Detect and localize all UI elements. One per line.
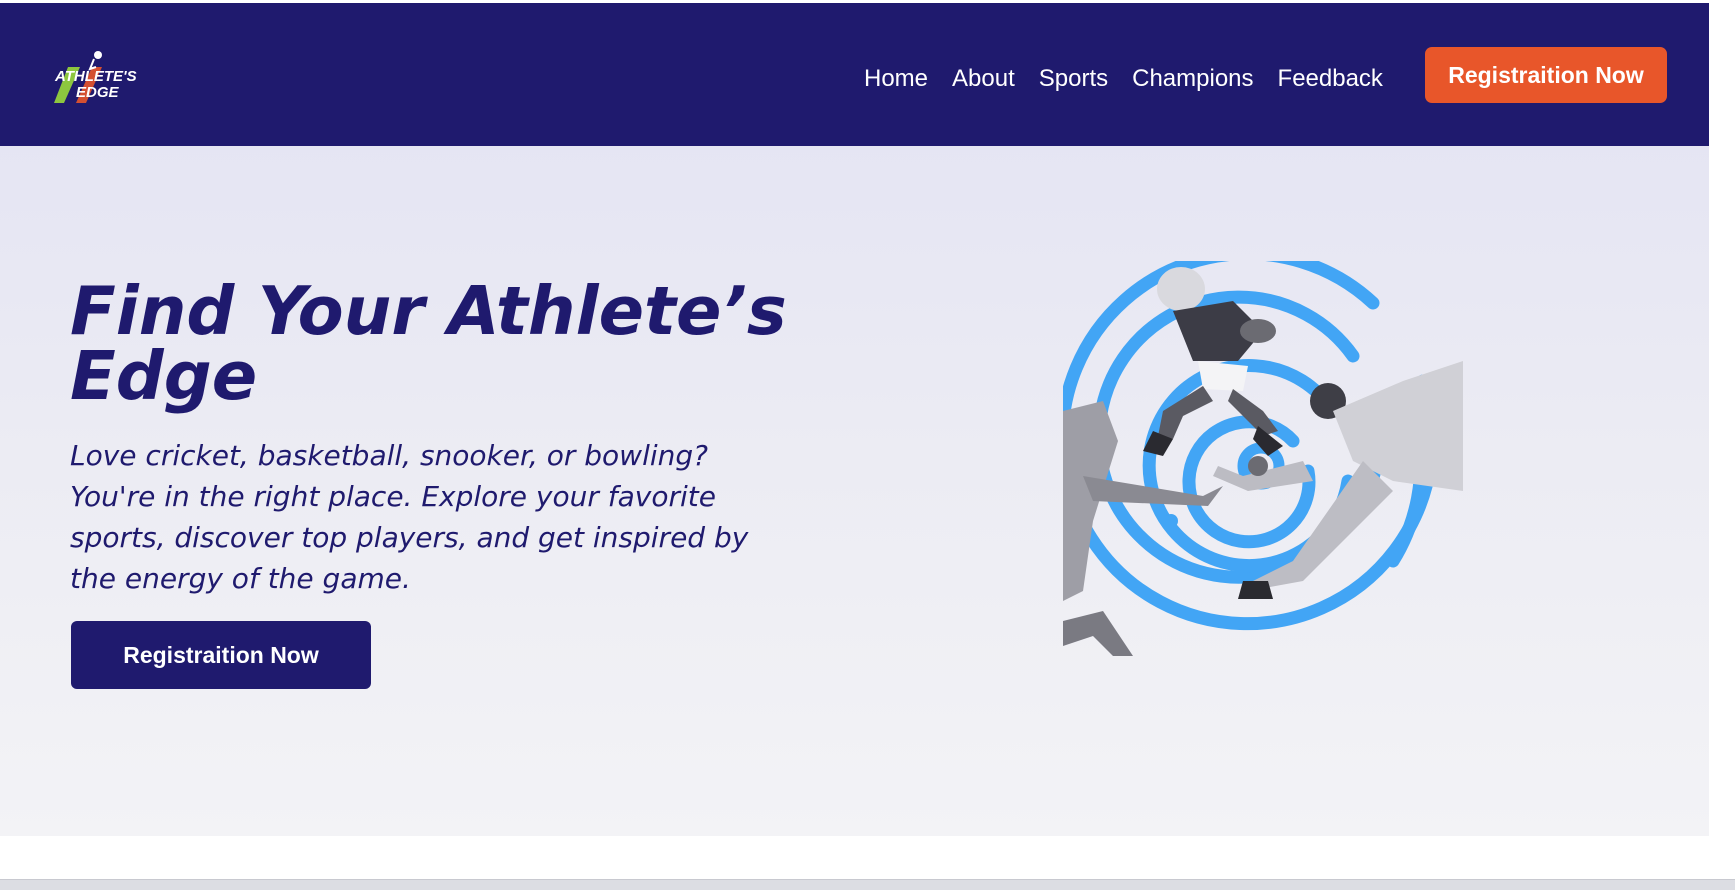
page: ATHLETE'S EDGE Home About Sports Champio… (0, 3, 1709, 836)
top-navbar: ATHLETE'S EDGE Home About Sports Champio… (0, 3, 1709, 146)
hero-registration-button[interactable]: Registraition Now (71, 621, 371, 689)
header-registration-button[interactable]: Registraition Now (1425, 47, 1667, 103)
nav-feedback-link[interactable]: Feedback (1278, 65, 1383, 93)
athletes-hero-illustration (1063, 261, 1463, 656)
svg-text:ATHLETE'S: ATHLETE'S (54, 68, 137, 85)
main-nav: Home About Sports Champions Feedback (864, 61, 1383, 97)
nav-sports-link[interactable]: Sports (1039, 65, 1108, 93)
hero-subtitle: Love cricket, basketball, snooker, or bo… (70, 439, 749, 595)
hero-title: Find Your Athlete’s Edge (70, 272, 787, 415)
nav-about-link[interactable]: About (952, 65, 1015, 93)
athletes-edge-logo[interactable]: ATHLETE'S EDGE (54, 47, 138, 107)
os-taskbar-strip (0, 879, 1735, 890)
nav-champions-link[interactable]: Champions (1132, 65, 1253, 93)
nav-home-link[interactable]: Home (864, 65, 928, 93)
athlete-figures (1063, 267, 1463, 656)
svg-text:EDGE: EDGE (76, 84, 120, 101)
